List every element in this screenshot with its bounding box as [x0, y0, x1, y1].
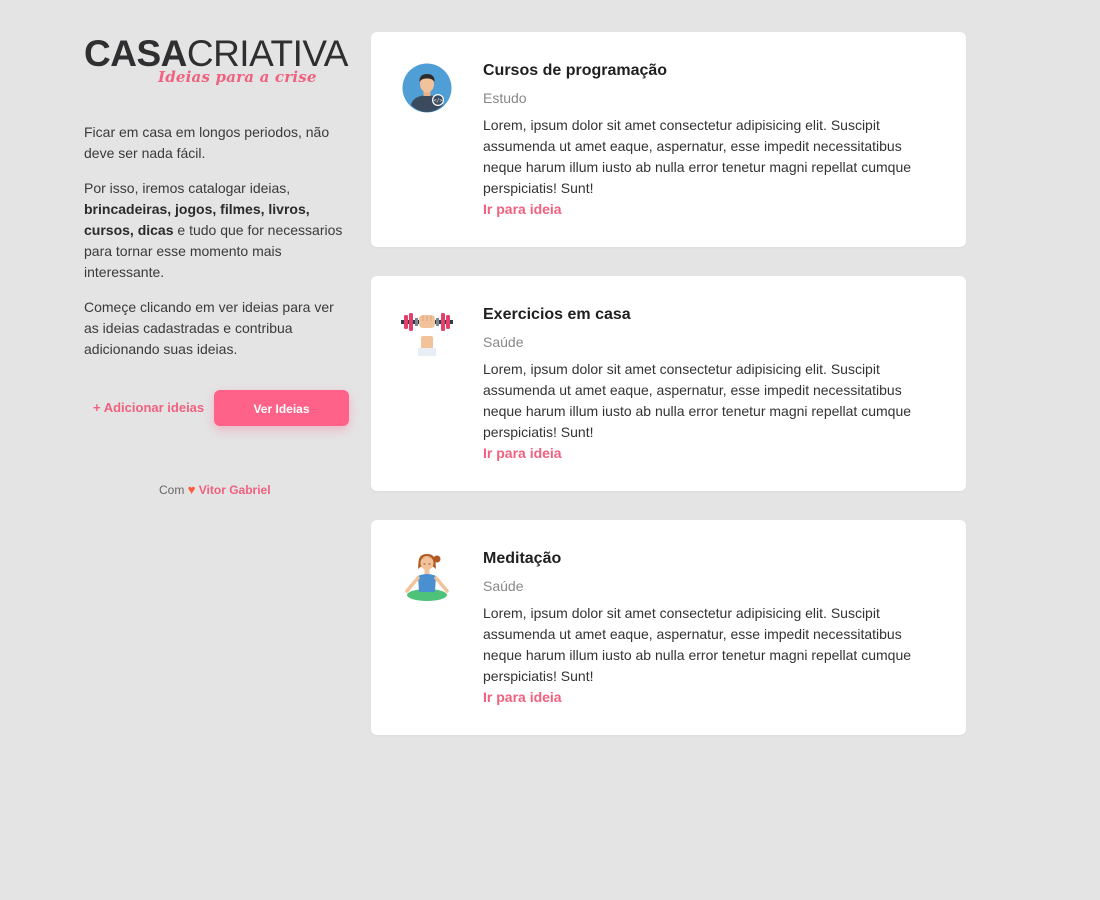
sidebar: CASACRIATIVA Ideias para a crise Ficar e… [84, 34, 352, 497]
dumbbell-icon [401, 306, 453, 358]
logo: CASACRIATIVA Ideias para a crise [84, 34, 349, 92]
credit-prefix: Com [159, 483, 185, 497]
idea-title: Meditação [483, 550, 562, 567]
idea-category: Saúde [483, 334, 524, 350]
meditation-icon [401, 550, 453, 602]
svg-text:</>: </> [433, 98, 442, 104]
idea-description: Lorem, ipsum dolor sit amet consectetur … [483, 605, 912, 684]
go-to-idea-link[interactable]: Ir para ideia [483, 688, 943, 706]
idea-card-body: Meditação Saúde Lorem, ipsum dolor sit a… [483, 548, 943, 706]
ideas-list: </> Cursos de programação Estudo Lorem, … [371, 32, 966, 764]
idea-category: Saúde [483, 578, 524, 594]
heart-icon: ♥ [187, 482, 196, 497]
idea-description: Lorem, ipsum dolor sit amet consectetur … [483, 117, 912, 196]
intro-p2-start: Por isso, iremos catalogar ideias, [84, 180, 291, 196]
idea-category: Estudo [483, 90, 527, 106]
intro-text: Ficar em casa em longos periodos, não de… [84, 122, 352, 360]
intro-paragraph-1: Ficar em casa em longos periodos, não de… [84, 124, 330, 161]
add-ideas-link[interactable]: + Adicionar ideias [93, 400, 204, 415]
intro-paragraph-2: Por isso, iremos catalogar ideias, brinc… [84, 178, 352, 283]
intro-paragraph-3: Começe clicando em ver ideias para ver a… [84, 299, 334, 357]
programmer-icon: </> [401, 62, 453, 114]
idea-card-body: Cursos de programação Estudo Lorem, ipsu… [483, 60, 943, 218]
credit: Com ♥ Vitor Gabriel [159, 482, 271, 497]
go-to-idea-link[interactable]: Ir para ideia [483, 200, 943, 218]
author-link[interactable]: Vitor Gabriel [199, 483, 271, 497]
page: CASACRIATIVA Ideias para a crise Ficar e… [0, 0, 1100, 900]
idea-title: Exercicios em casa [483, 306, 631, 323]
idea-description: Lorem, ipsum dolor sit amet consectetur … [483, 361, 912, 440]
idea-card-body: Exercicios em casa Saúde Lorem, ipsum do… [483, 304, 943, 462]
go-to-idea-link[interactable]: Ir para ideia [483, 444, 943, 462]
idea-card: Exercicios em casa Saúde Lorem, ipsum do… [371, 276, 966, 491]
actions: + Adicionar ideias Ver Ideias [84, 390, 352, 426]
logo-tagline: Ideias para a crise [158, 68, 317, 86]
view-ideas-button[interactable]: Ver Ideias [214, 390, 349, 426]
idea-card: </> Cursos de programação Estudo Lorem, … [371, 32, 966, 247]
idea-title: Cursos de programação [483, 62, 668, 79]
idea-card: Meditação Saúde Lorem, ipsum dolor sit a… [371, 520, 966, 735]
